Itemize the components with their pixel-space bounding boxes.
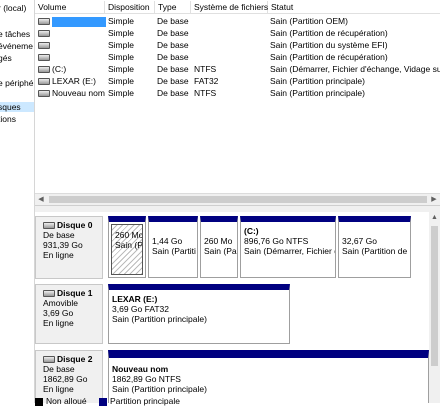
type-cell: De base	[157, 28, 189, 38]
volume-cell	[38, 51, 52, 63]
volume-cell: LEXAR (E:)	[38, 75, 96, 87]
type-cell: De base	[157, 40, 189, 50]
nav-item-disk-management[interactable]: sques	[0, 102, 34, 112]
disk-1-label[interactable]: Disque 1 Amovible 3,69 Go En ligne	[35, 284, 103, 344]
volume-list: Volume Disposition Type Système de fichi…	[35, 0, 440, 205]
layout-cell: Simple	[108, 64, 134, 74]
partition-tile[interactable]: 32,67 Go Sain (Partition de r	[338, 216, 411, 278]
status-cell: Sain (Partition principale)	[270, 76, 365, 86]
primary-swatch	[99, 397, 108, 406]
status-cell: Sain (Partition du système EFI)	[270, 40, 388, 50]
nav-item-services[interactable]: tions	[0, 114, 16, 124]
status-cell: Sain (Partition principale)	[270, 88, 365, 98]
layout-cell: Simple	[108, 16, 134, 26]
type-cell: De base	[157, 88, 189, 98]
vertical-scrollbar[interactable]: ▲	[429, 212, 440, 403]
volume-cell: (C:)	[38, 63, 66, 75]
removable-disk-icon	[43, 290, 55, 298]
disk-icon	[43, 222, 55, 230]
volume-icon	[38, 66, 50, 74]
volume-cell	[38, 15, 106, 27]
legend-primary: Partition principale	[110, 396, 180, 406]
layout-cell: Simple	[108, 88, 134, 98]
scroll-up-icon[interactable]: ▲	[429, 212, 440, 224]
layout-cell: Simple	[108, 76, 134, 86]
status-cell: Sain (Démarrer, Fichier d'échange, Vidag…	[270, 64, 440, 74]
column-header-type[interactable]: Type	[155, 1, 191, 14]
volume-cell	[38, 27, 52, 39]
type-cell: De base	[157, 64, 189, 74]
volume-row[interactable]: Simple De base Sain (Partition de récupé…	[35, 27, 440, 39]
type-cell: De base	[157, 52, 189, 62]
navigation-pane: r (local) e tâches événeme gés e périphé…	[0, 0, 35, 403]
nav-item-computer-management[interactable]: r (local)	[0, 3, 26, 13]
volume-icon	[38, 78, 50, 86]
partition-tile[interactable]: 260 Mo Sain (Pa	[108, 216, 146, 278]
fs-cell: NTFS	[194, 88, 217, 98]
scrollbar-thumb[interactable]	[431, 226, 438, 366]
nav-item-event-viewer[interactable]: événeme	[0, 41, 33, 51]
legend: Non alloué Partition principale	[35, 396, 429, 406]
partition-tile[interactable]: 1,44 Go Sain (Partiti	[148, 216, 198, 278]
nav-item-shared-folders[interactable]: gés	[0, 53, 12, 63]
type-cell: De base	[157, 16, 189, 26]
column-header-volume[interactable]: Volume	[35, 1, 105, 14]
disk-0-label[interactable]: Disque 0 De base 931,39 Go En ligne	[35, 216, 103, 279]
disk-icon	[43, 356, 55, 364]
status-cell: Sain (Partition de récupération)	[270, 28, 388, 38]
fs-cell: FAT32	[194, 76, 219, 86]
volume-cell: Nouveau nom	[38, 87, 105, 99]
disk-map-pane: Disque 0 De base 931,39 Go En ligne 260 …	[35, 212, 429, 403]
partition-tile-c[interactable]: (C:) 896,76 Go NTFS Sain (Démarrer, Fich…	[240, 216, 336, 278]
fs-cell: NTFS	[194, 64, 217, 74]
column-header-filesystem[interactable]: Système de fichiers	[191, 1, 268, 14]
legend-unallocated: Non alloué	[46, 396, 87, 406]
volume-row[interactable]: Simple De base Sain (Partition OEM)	[35, 15, 440, 27]
scrollbar-thumb[interactable]	[49, 196, 427, 203]
layout-cell: Simple	[108, 40, 134, 50]
layout-cell: Simple	[108, 28, 134, 38]
type-cell: De base	[157, 76, 189, 86]
volume-row[interactable]: Simple De base Sain (Partition du systèm…	[35, 39, 440, 51]
selection-highlight	[52, 16, 106, 27]
status-cell: Sain (Partition OEM)	[270, 16, 348, 26]
partition-selected-area: 260 Mo Sain (Pa	[111, 224, 143, 275]
column-header-layout[interactable]: Disposition	[105, 1, 155, 14]
volume-icon	[38, 18, 50, 26]
volume-cell	[38, 39, 52, 51]
volume-row[interactable]: (C:) Simple De base NTFS Sain (Démarrer,…	[35, 63, 440, 75]
unallocated-swatch	[35, 397, 43, 406]
volume-icon	[38, 90, 50, 98]
nav-item-task-scheduler[interactable]: e tâches	[0, 29, 30, 39]
volume-icon	[38, 42, 50, 50]
status-cell: Sain (Partition de récupération)	[270, 52, 388, 62]
volume-row[interactable]: Simple De base Sain (Partition de récupé…	[35, 51, 440, 63]
column-header-status[interactable]: Statut	[268, 1, 440, 14]
layout-cell: Simple	[108, 52, 134, 62]
volume-icon	[38, 30, 50, 38]
partition-tile-e[interactable]: LEXAR (E:) 3,69 Go FAT32 Sain (Partition…	[108, 284, 290, 344]
volume-row[interactable]: Nouveau nom Simple De base NTFS Sain (Pa…	[35, 87, 440, 99]
volume-row[interactable]: LEXAR (E:) Simple De base FAT32 Sain (Pa…	[35, 75, 440, 87]
volume-icon	[38, 54, 50, 62]
partition-tile[interactable]: 260 Mo Sain (Pa	[200, 216, 238, 278]
nav-item-device-manager[interactable]: e périphé	[0, 78, 33, 88]
